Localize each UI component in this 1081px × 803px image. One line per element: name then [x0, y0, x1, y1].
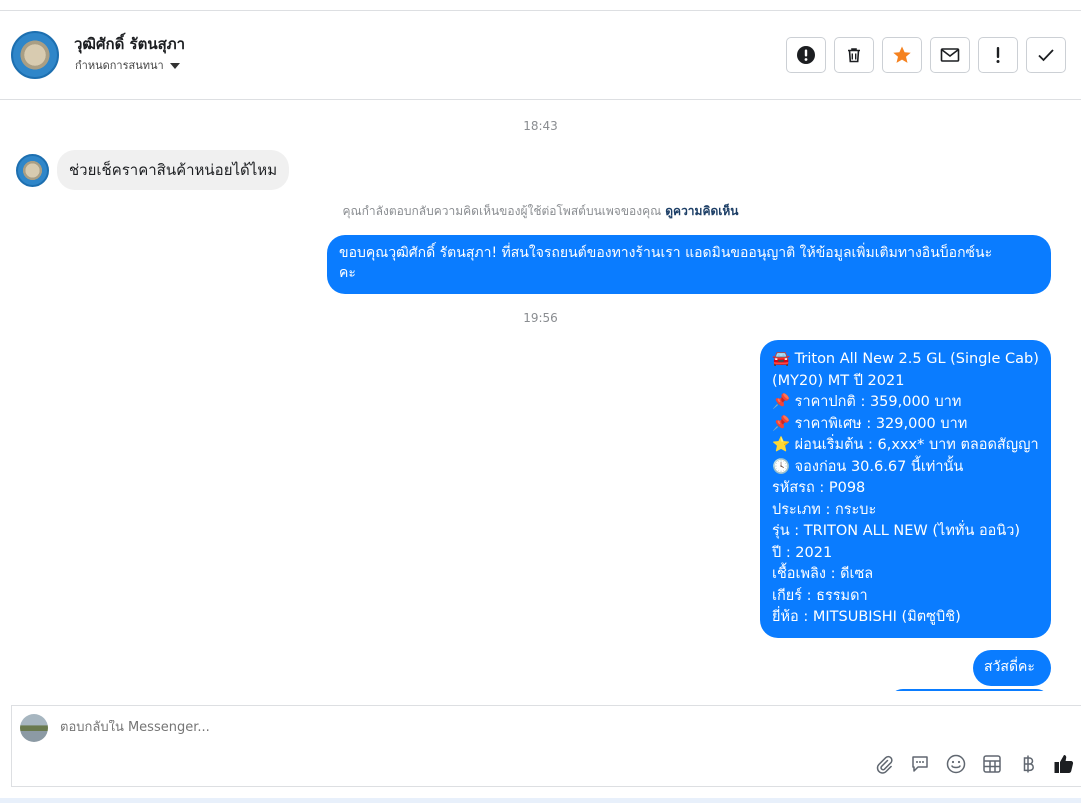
car-type-line: ประเภท : กระบะ — [772, 501, 877, 518]
emoji-button[interactable] — [944, 752, 967, 775]
installment-line: ⭐ ผ่อนเริ่มต้น : 6,xxx* บาท ตลอดสัญญา — [772, 437, 1039, 453]
brand-line: ยี่ห้อ : MITSUBISHI (มิตซูบิชิ) — [772, 609, 961, 625]
car-title-line: (MY20) MT ปี 2021 — [772, 372, 905, 389]
car-code-line: รหัสรถ : P098 — [772, 480, 866, 496]
order-button[interactable] — [980, 752, 1003, 775]
car-model-line: รุ่น : TRITON ALL NEW (ไททั่น ออนิว) — [772, 523, 1021, 539]
saved-replies-button[interactable] — [908, 752, 931, 775]
conversation-header: วุฒิศักดิ์ รัตนสุภา กำหนดการสนทนา — [0, 11, 1081, 100]
baht-icon — [1023, 755, 1034, 772]
caret-down-icon — [169, 62, 180, 69]
done-button[interactable] — [1026, 37, 1066, 73]
mark-unread-button[interactable] — [930, 37, 970, 73]
incoming-message: ช่วยเช็คราคาสินค้าหน่อยได้ไหม — [57, 150, 290, 190]
contact-name[interactable]: วุฒิศักดิ์ รัตนสุภา — [74, 32, 185, 56]
speech-bubble-icon — [911, 755, 928, 772]
attach-button[interactable] — [872, 752, 895, 775]
car-title-line: 🚘 Triton All New 2.5 GL (Single Cab) — [772, 351, 1039, 367]
reply-context-notice: คุณกำลังตอบกลับความคิดเห็นของผู้ใช้ต่อโพ… — [0, 202, 1081, 221]
booking-deadline-line: 🕓 จองก่อน 30.6.67 นี้เท่านั้น — [772, 458, 964, 475]
special-price-line: 📌 ราคาพิเศษ : 329,000 บาท — [772, 415, 968, 432]
paperclip-icon — [876, 755, 893, 774]
alert-circle-icon — [797, 46, 815, 64]
timestamp: 19:56 — [523, 311, 558, 325]
report-button[interactable] — [786, 37, 826, 73]
thumbs-up-icon — [1054, 754, 1073, 773]
car-listing-message: 🚘 Triton All New 2.5 GL (Single Cab) (MY… — [760, 340, 1051, 638]
smiley-icon — [946, 754, 965, 773]
check-icon — [1038, 49, 1054, 62]
star-icon — [893, 46, 911, 63]
bottom-edge — [0, 798, 1081, 803]
greeting-message: สวัสดี่คะ — [973, 650, 1051, 686]
timestamp: 18:43 — [523, 119, 558, 133]
star-button[interactable] — [882, 37, 922, 73]
message-line: คะ — [339, 265, 356, 281]
fuel-line: เชื้อเพลิง : ดีเซล — [772, 566, 874, 582]
payment-button[interactable] — [1016, 752, 1039, 775]
car-year-line: ปี : 2021 — [772, 544, 833, 561]
assign-conversation-dropdown[interactable]: กำหนดการสนทนา — [75, 56, 180, 74]
contact-avatar[interactable] — [11, 31, 59, 79]
gear-line: เกียร์ : ธรรมดา — [772, 587, 868, 604]
delete-button[interactable] — [834, 37, 874, 73]
outgoing-message: ขอบคุณวุฒิศักดิ์ รัตนสุภา! ที่สนใจรถยนต์… — [327, 235, 1051, 294]
reply-input[interactable] — [60, 720, 960, 735]
outgoing-message-partial — [888, 689, 1051, 691]
grid-icon — [982, 754, 1001, 773]
like-button[interactable] — [1052, 752, 1075, 775]
composer-tools — [872, 752, 1075, 775]
view-comment-link[interactable]: ดูความคิดเห็น — [665, 204, 738, 218]
normal-price-line: 📌 ราคาปกติ : 359,000 บาท — [772, 394, 962, 410]
envelope-icon — [940, 48, 960, 62]
header-actions — [786, 37, 1066, 73]
exclamation-icon — [996, 47, 1000, 63]
message-line: ขอบคุณวุฒิศักดิ์ รัตนสุภา! ที่สนใจรถยนต์… — [339, 245, 993, 261]
message-thread[interactable]: 18:43 ช่วยเช็คราคาสินค้าหน่อยได้ไหม คุณก… — [0, 101, 1081, 691]
trash-icon — [848, 48, 860, 63]
page-avatar — [20, 714, 48, 742]
sender-avatar — [16, 154, 49, 187]
assign-label: กำหนดการสนทนา — [75, 59, 164, 72]
reply-composer — [11, 705, 1081, 787]
spam-button[interactable] — [978, 37, 1018, 73]
reply-notice-text: คุณกำลังตอบกลับความคิดเห็นของผู้ใช้ต่อโพ… — [342, 204, 662, 218]
